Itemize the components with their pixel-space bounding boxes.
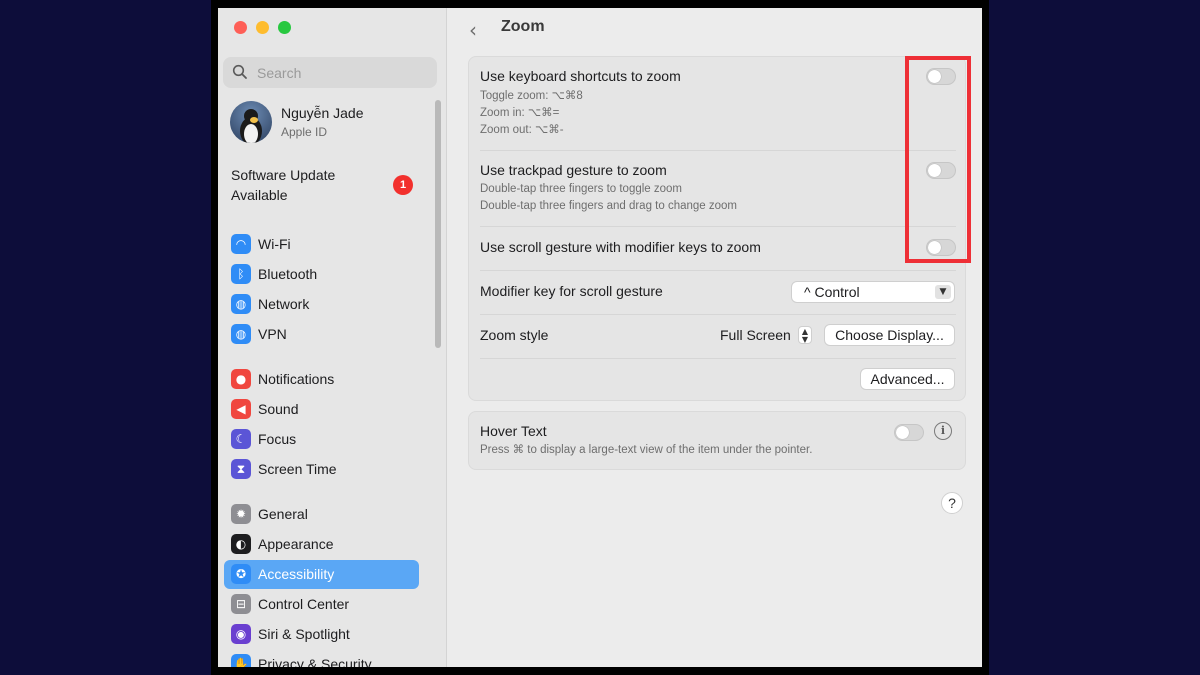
sidebar-item-bluetooth[interactable]: ᛒ Bluetooth [224, 260, 419, 289]
sidebar-item-label: Privacy & Security [258, 656, 372, 667]
vpn-globe-icon: ◍ [231, 324, 251, 344]
sidebar: Search Nguyễn Jade Apple ID Software Upd… [218, 8, 447, 667]
modifier-key-popup[interactable]: ^ Control ▼ [791, 281, 955, 303]
hourglass-icon: ⧗ [231, 459, 251, 479]
trackpad-gesture-row: Use trackpad gesture to zoom Double-tap … [469, 151, 965, 226]
modifier-key-value: ^ Control [804, 284, 860, 300]
modifier-key-row: Modifier key for scroll gesture ^ Contro… [469, 271, 965, 314]
sidebar-item-privacy-security[interactable]: ✋ Privacy & Security [224, 650, 419, 667]
toggle-zoom-shortcut: Toggle zoom: ⌥⌘8 [480, 90, 583, 102]
sidebar-item-wi-fi[interactable]: ◠ Wi-Fi [224, 230, 419, 259]
zoom-in-shortcut: Zoom in: ⌥⌘= [480, 107, 560, 119]
sidebar-item-label: VPN [258, 326, 287, 342]
divider [480, 358, 956, 359]
bluetooth-icon: ᛒ [231, 264, 251, 284]
hover-text-subtitle: Press ⌘ to display a large-text view of … [480, 444, 813, 456]
sidebar-item-siri-spotlight[interactable]: ◉ Siri & Spotlight [224, 620, 419, 649]
sidebar-item-vpn[interactable]: ◍ VPN [224, 320, 419, 349]
trackpad-gesture-title: Use trackpad gesture to zoom [480, 162, 667, 178]
software-update-item[interactable]: Software Update Available [231, 165, 381, 205]
updown-chevron-icon[interactable]: ▲ ▼ [798, 326, 812, 344]
scroll-gesture-row: Use scroll gesture with modifier keys to… [469, 227, 965, 270]
close-window-button[interactable] [234, 21, 247, 34]
hover-text-toggle[interactable] [894, 424, 924, 441]
minimize-window-button[interactable] [256, 21, 269, 34]
zoom-options-group: Use keyboard shortcuts to zoom Toggle zo… [468, 56, 966, 401]
zoom-out-shortcut: Zoom out: ⌥⌘- [480, 124, 564, 136]
apple-id-profile[interactable]: Nguyễn Jade Apple ID [230, 101, 440, 145]
sidebar-item-screen-time[interactable]: ⧗ Screen Time [224, 455, 419, 484]
keyboard-shortcuts-title: Use keyboard shortcuts to zoom [480, 68, 681, 84]
sidebar-item-label: Screen Time [258, 461, 337, 477]
search-placeholder: Search [257, 65, 302, 81]
keyboard-shortcuts-row: Use keyboard shortcuts to zoom Toggle zo… [469, 57, 965, 150]
switches-icon: ⊟ [231, 594, 251, 614]
sidebar-scrollbar[interactable] [435, 100, 441, 348]
sidebar-item-label: Appearance [258, 536, 334, 552]
sidebar-item-label: Wi-Fi [258, 236, 291, 252]
chevron-down-icon: ▼ [935, 285, 951, 299]
siri-icon: ◉ [231, 624, 251, 644]
search-field[interactable]: Search [223, 57, 437, 88]
bell-icon: ● [231, 369, 251, 389]
sidebar-item-label: Accessibility [258, 566, 335, 582]
zoom-style-row: Zoom style Full Screen ▲ ▼ Choose Display… [469, 315, 965, 358]
toggle-knob [896, 426, 909, 439]
trackpad-toggle-hint: Double-tap three fingers to toggle zoom [480, 183, 683, 195]
hover-text-title: Hover Text [480, 423, 547, 439]
gear-icon: ✹ [231, 504, 251, 524]
zoom-settings-pane: ‹ Zoom Use keyboard shortcuts to zoom To… [447, 8, 982, 667]
page-title: Zoom [501, 18, 545, 35]
advanced-button[interactable]: Advanced... [860, 368, 955, 390]
sidebar-item-label: Sound [258, 401, 299, 417]
sidebar-item-sound[interactable]: ◀ Sound [224, 395, 419, 424]
zoom-window-button[interactable] [278, 21, 291, 34]
sidebar-item-label: Siri & Spotlight [258, 626, 350, 642]
sidebar-item-label: General [258, 506, 308, 522]
sidebar-item-label: Focus [258, 431, 297, 447]
sidebar-item-accessibility[interactable]: ✪ Accessibility [224, 560, 419, 589]
speaker-icon: ◀ [231, 399, 251, 419]
sidebar-item-focus[interactable]: ☾ Focus [224, 425, 419, 454]
help-button[interactable]: ? [941, 492, 963, 514]
trackpad-drag-hint: Double-tap three fingers and drag to cha… [480, 200, 737, 212]
zoom-style-label: Zoom style [480, 327, 549, 343]
avatar [230, 101, 272, 143]
choose-display-button[interactable]: Choose Display... [824, 324, 955, 346]
moon-icon: ☾ [231, 429, 251, 449]
accessibility-icon: ✪ [231, 564, 251, 584]
sidebar-item-control-center[interactable]: ⊟ Control Center [224, 590, 419, 619]
info-icon[interactable]: i [934, 422, 952, 440]
sidebar-item-notifications[interactable]: ● Notifications [224, 365, 419, 394]
sidebar-item-label: Bluetooth [258, 266, 318, 282]
back-chevron-icon[interactable]: ‹ [469, 18, 477, 42]
profile-subtitle: Apple ID [281, 125, 328, 139]
globe-icon: ◍ [231, 294, 251, 314]
sidebar-item-appearance[interactable]: ◐ Appearance [224, 530, 419, 559]
sidebar-item-label: Notifications [258, 371, 335, 387]
hand-icon: ✋ [231, 654, 251, 667]
profile-name: Nguyễn Jade [281, 105, 364, 121]
sidebar-item-label: Network [258, 296, 310, 312]
modifier-key-label: Modifier key for scroll gesture [480, 283, 663, 299]
hover-text-group: Hover Text Press ⌘ to display a large-te… [468, 411, 966, 470]
appearance-icon: ◐ [231, 534, 251, 554]
highlight-box [905, 56, 971, 263]
zoom-style-value[interactable]: Full Screen [720, 327, 791, 343]
system-settings-window: Search Nguyễn Jade Apple ID Software Upd… [218, 8, 982, 667]
search-icon [232, 64, 247, 79]
scroll-gesture-title: Use scroll gesture with modifier keys to… [480, 239, 761, 255]
sidebar-item-network[interactable]: ◍ Network [224, 290, 419, 319]
wifi-icon: ◠ [231, 234, 251, 254]
sidebar-item-label: Control Center [258, 596, 350, 612]
update-count-badge: 1 [393, 175, 413, 195]
sidebar-item-general[interactable]: ✹ General [224, 500, 419, 529]
